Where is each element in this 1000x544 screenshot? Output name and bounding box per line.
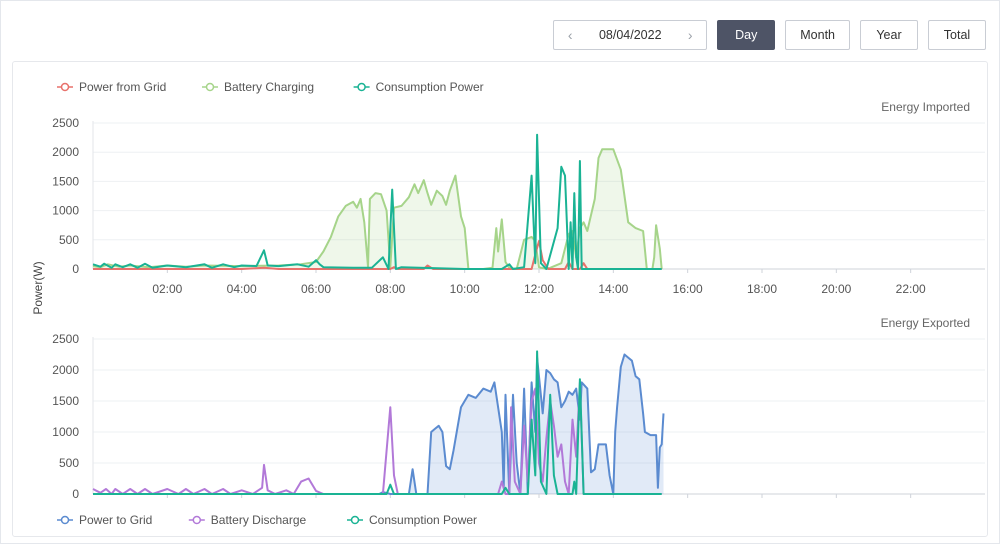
- chart-panel: Energy Imported 0 500 1000 1500 2000 2500 02:00…: [12, 61, 988, 537]
- y-tick-label: 1500: [52, 174, 79, 188]
- legend-swatch-marker[interactable]: [60, 515, 70, 525]
- legend-label: Consumption Power: [376, 80, 484, 94]
- chevron-right-icon[interactable]: ›: [684, 27, 696, 43]
- total-button[interactable]: Total: [928, 20, 986, 50]
- legend-swatch-marker[interactable]: [60, 82, 70, 92]
- y-tick-label: 0: [72, 487, 79, 501]
- x-tick-label: 22:00: [896, 282, 926, 296]
- y-tick-label: 0: [72, 262, 79, 276]
- toolbar: ‹ 08/04/2022 › Day Month Year Total: [553, 20, 986, 50]
- y-axis-label: Power(W): [31, 261, 45, 314]
- legend-swatch-marker[interactable]: [357, 82, 366, 92]
- y-tick-label: 1000: [52, 204, 79, 218]
- y-tick-label: 2500: [52, 116, 79, 130]
- x-tick-label: 14:00: [598, 282, 628, 296]
- page: ‹ 08/04/2022 › Day Month Year Total Ener…: [0, 0, 1000, 544]
- legend-label: Battery Discharge: [211, 513, 307, 527]
- x-tick-label: 02:00: [152, 282, 182, 296]
- y-tick-label: 2500: [52, 332, 79, 346]
- legend-swatch-marker[interactable]: [205, 82, 215, 92]
- legend-label: Power from Grid: [79, 80, 166, 94]
- date-picker[interactable]: ‹ 08/04/2022 ›: [553, 20, 708, 50]
- energy-chart: Energy Imported 0 500 1000 1500 2000 2500 02:00…: [31, 80, 985, 527]
- y-tick-label: 1000: [52, 425, 79, 439]
- x-tick-label: 12:00: [524, 282, 554, 296]
- legend-swatch-marker[interactable]: [192, 515, 202, 525]
- legend-swatch-marker[interactable]: [350, 515, 360, 525]
- x-tick-label: 04:00: [227, 282, 257, 296]
- y-tick-label: 500: [59, 456, 79, 470]
- x-tick-label: 08:00: [375, 282, 405, 296]
- y-tick-label: 500: [59, 233, 79, 247]
- legend-label: Power to Grid: [79, 513, 152, 527]
- x-tick-label: 10:00: [450, 282, 480, 296]
- day-button[interactable]: Day: [717, 20, 776, 50]
- year-button[interactable]: Year: [860, 20, 918, 50]
- chart-subtitle: Energy Exported: [881, 316, 970, 330]
- x-tick-label: 16:00: [673, 282, 703, 296]
- date-value: 08/04/2022: [598, 28, 662, 42]
- month-button[interactable]: Month: [785, 20, 850, 50]
- x-tick-label: 20:00: [821, 282, 851, 296]
- legend-label: Consumption Power: [369, 513, 477, 527]
- x-tick-label: 06:00: [301, 282, 331, 296]
- chevron-left-icon[interactable]: ‹: [564, 27, 576, 43]
- chart-subtitle: Energy Imported: [881, 100, 970, 114]
- legend-label: Battery Charging: [224, 80, 314, 94]
- y-tick-label: 2000: [52, 145, 79, 159]
- x-tick-label: 18:00: [747, 282, 777, 296]
- y-tick-label: 2000: [52, 363, 79, 377]
- y-tick-label: 1500: [52, 394, 79, 408]
